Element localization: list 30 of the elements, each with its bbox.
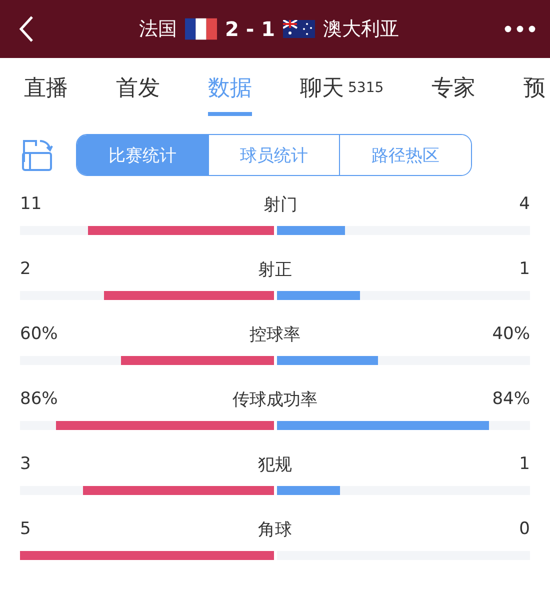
rotate-screen-icon[interactable] — [20, 138, 54, 172]
home-value: 11 — [20, 194, 42, 214]
tab[interactable]: 专家 — [432, 58, 476, 118]
flag-icon — [283, 20, 316, 38]
away-value: 0 — [519, 519, 530, 539]
home-value: 3 — [20, 454, 31, 474]
stat-label: 射正 — [258, 258, 292, 280]
tab[interactable]: 首发 — [116, 58, 160, 118]
stat-label: 传球成功率 — [232, 388, 318, 410]
stat-label: 犯规 — [258, 454, 292, 476]
tab[interactable]: 预 — [524, 58, 546, 118]
away-value: 1 — [519, 454, 530, 474]
home-value: 86% — [20, 389, 58, 409]
team-name: 法国 — [138, 17, 177, 42]
home-value: 60% — [20, 324, 58, 344]
more-icon[interactable] — [504, 25, 536, 33]
score: 2 - 1 — [224, 17, 276, 41]
team-name: 澳大利亚 — [323, 17, 400, 42]
back-icon[interactable] — [18, 15, 34, 43]
home-value: 2 — [20, 259, 31, 279]
away-value: 4 — [519, 194, 530, 214]
away-value: 84% — [492, 389, 530, 409]
tab[interactable]: 直播 — [24, 58, 68, 118]
home-value: 5 — [20, 519, 31, 539]
flag-icon — [184, 18, 217, 40]
away-value: 1 — [519, 259, 530, 279]
away-value: 40% — [492, 324, 530, 344]
stat-label: 射门 — [263, 194, 298, 216]
stat-label: 控球率 — [250, 324, 300, 346]
stat-label: 角球 — [258, 518, 292, 540]
